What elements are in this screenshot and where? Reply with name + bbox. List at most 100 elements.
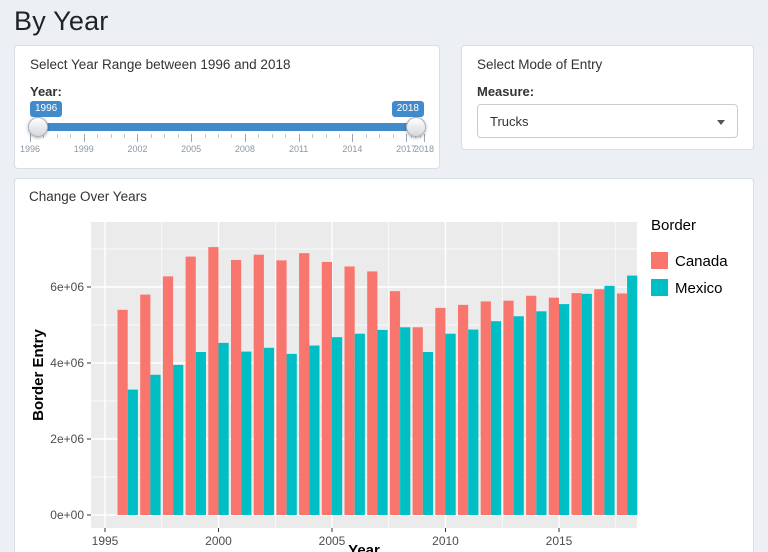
slider-grid-minor-tick bbox=[56, 134, 58, 138]
slider-grid-minor-tick bbox=[338, 134, 340, 138]
chart-panel: Change Over Years 0e+00 2e+06 4e+06 6e+06 19… bbox=[14, 178, 754, 552]
bar-mexico-2005 bbox=[332, 337, 343, 515]
bar-canada-2008 bbox=[389, 291, 401, 515]
slider-grid-minor-tick bbox=[177, 134, 179, 138]
slider-grid-minor-tick bbox=[110, 134, 112, 138]
mode-of-entry-panel: Select Mode of Entry Measure: Trucks bbox=[461, 45, 754, 150]
slider-grid-minor-tick bbox=[312, 134, 314, 138]
slider-grid-tick bbox=[424, 134, 425, 142]
bar-canada-2014 bbox=[526, 295, 537, 515]
bar-mexico-2001 bbox=[241, 351, 252, 515]
caret-down-icon bbox=[717, 120, 725, 125]
bar-mexico-2015 bbox=[559, 304, 570, 515]
page-title: By Year bbox=[14, 6, 109, 36]
slider-grid-minor-tick bbox=[231, 134, 233, 138]
slider-tick-label: 2018 bbox=[413, 144, 435, 154]
chart-panel-heading: Change Over Years bbox=[29, 189, 147, 204]
bar-mexico-2009 bbox=[422, 351, 433, 515]
slider-to-value-badge: 2018 bbox=[391, 101, 424, 117]
slider-grid-minor-tick bbox=[218, 134, 220, 138]
y-tick-label: 0e+00 bbox=[50, 508, 84, 522]
slider-grid-tick bbox=[30, 134, 31, 142]
bar-mexico-2014 bbox=[536, 311, 547, 515]
slider-grid-tick bbox=[406, 134, 408, 142]
slider-grid-tick bbox=[83, 134, 85, 142]
bar-canada-1996 bbox=[117, 309, 128, 515]
y-axis-title: Border Entry bbox=[30, 329, 47, 421]
grouped-bar-chart: 0e+00 2e+06 4e+06 6e+06 1995 2000 2005 2010 2015… bbox=[30, 217, 728, 552]
slider-grid-minor-tick bbox=[97, 134, 99, 138]
bar-canada-2015 bbox=[548, 297, 559, 515]
bar-mexico-2010 bbox=[445, 333, 456, 515]
x-tick-label: 2015 bbox=[546, 534, 573, 548]
measure-label: Measure: bbox=[477, 84, 535, 99]
bar-canada-2001 bbox=[231, 260, 242, 515]
slider-grid-minor-tick bbox=[164, 134, 166, 138]
slider-grid-minor-tick bbox=[365, 134, 367, 138]
slider-grid-minor-tick bbox=[285, 134, 287, 138]
slider-grid-minor-tick bbox=[392, 134, 394, 138]
slider-grid-minor-tick bbox=[124, 134, 126, 138]
slider-grid-tick bbox=[352, 134, 354, 142]
bar-canada-2016 bbox=[571, 293, 582, 515]
slider-track[interactable] bbox=[30, 123, 424, 131]
legend-label-mexico: Mexico bbox=[675, 280, 723, 297]
bar-mexico-1998 bbox=[173, 364, 184, 515]
slider-selected-bar bbox=[30, 123, 424, 131]
slider-from-value-badge: 1996 bbox=[30, 101, 63, 117]
bar-canada-2017 bbox=[594, 289, 605, 515]
slider-grid-minor-tick bbox=[70, 134, 72, 138]
year-range-slider[interactable]: 1996 2018 1996 1999 2002 2005 2008 2011 2014 20… bbox=[20, 101, 434, 157]
year-range-panel: Select Year Range between 1996 and 2018 … bbox=[14, 45, 440, 169]
app-page: By Year Select Year Range between 1996 a… bbox=[0, 0, 768, 552]
measure-select[interactable]: Trucks bbox=[477, 104, 738, 138]
x-tick-label: 2010 bbox=[432, 534, 459, 548]
slider-handle-to[interactable] bbox=[406, 117, 426, 137]
y-tick-label: 6e+06 bbox=[50, 280, 84, 294]
bar-mexico-2018 bbox=[627, 275, 638, 515]
bar-mexico-1999 bbox=[195, 351, 206, 515]
bar-mexico-2016 bbox=[581, 293, 592, 515]
y-tick-label: 4e+06 bbox=[50, 356, 84, 370]
bar-canada-2009 bbox=[412, 327, 423, 515]
slider-tick-label: 1999 bbox=[73, 144, 94, 154]
bar-mexico-2008 bbox=[400, 327, 411, 515]
slider-grid-minor-tick bbox=[325, 134, 327, 138]
bar-canada-2010 bbox=[435, 307, 446, 515]
bar-canada-2011 bbox=[458, 304, 469, 515]
slider-grid-tick bbox=[191, 134, 193, 142]
slider-handle-from[interactable] bbox=[28, 117, 48, 137]
bar-mexico-2000 bbox=[218, 342, 229, 515]
bar-mexico-2006 bbox=[354, 333, 365, 515]
bar-canada-1999 bbox=[185, 256, 196, 515]
bar-mexico-2004 bbox=[309, 345, 320, 515]
bar-canada-2000 bbox=[208, 247, 219, 515]
bar-mexico-2013 bbox=[513, 316, 524, 515]
x-tick-label: 2000 bbox=[205, 534, 232, 548]
slider-grid-minor-tick bbox=[379, 134, 381, 138]
y-tick-label: 2e+06 bbox=[50, 432, 84, 446]
bar-canada-2018 bbox=[616, 293, 628, 515]
slider-grid-minor-tick bbox=[204, 134, 206, 138]
bar-canada-2005 bbox=[321, 261, 332, 515]
bar-canada-2002 bbox=[253, 254, 264, 515]
bar-canada-2004 bbox=[299, 253, 310, 515]
slider-tick-label: 2005 bbox=[181, 144, 202, 154]
slider-grid-minor-tick bbox=[271, 134, 273, 138]
bar-canada-2006 bbox=[344, 266, 355, 515]
legend-swatch-mexico bbox=[651, 279, 668, 296]
slider-tick-label: 2014 bbox=[342, 144, 363, 154]
bar-mexico-2007 bbox=[377, 329, 388, 515]
slider-grid-tick bbox=[298, 134, 300, 142]
bar-mexico-2017 bbox=[604, 285, 615, 515]
bar-canada-2003 bbox=[276, 260, 287, 515]
year-range-panel-heading: Select Year Range between 1996 and 2018 bbox=[30, 57, 291, 72]
slider-tick-label: 2002 bbox=[127, 144, 148, 154]
slider-grid-minor-tick bbox=[258, 134, 260, 138]
legend-label-canada: Canada bbox=[675, 253, 728, 270]
controls-row: Select Year Range between 1996 and 2018 … bbox=[14, 45, 754, 169]
x-tick-label: 1995 bbox=[92, 534, 119, 548]
mode-panel-heading: Select Mode of Entry bbox=[477, 57, 603, 72]
bar-mexico-1996 bbox=[127, 389, 138, 515]
bar-canada-2012 bbox=[480, 301, 491, 515]
